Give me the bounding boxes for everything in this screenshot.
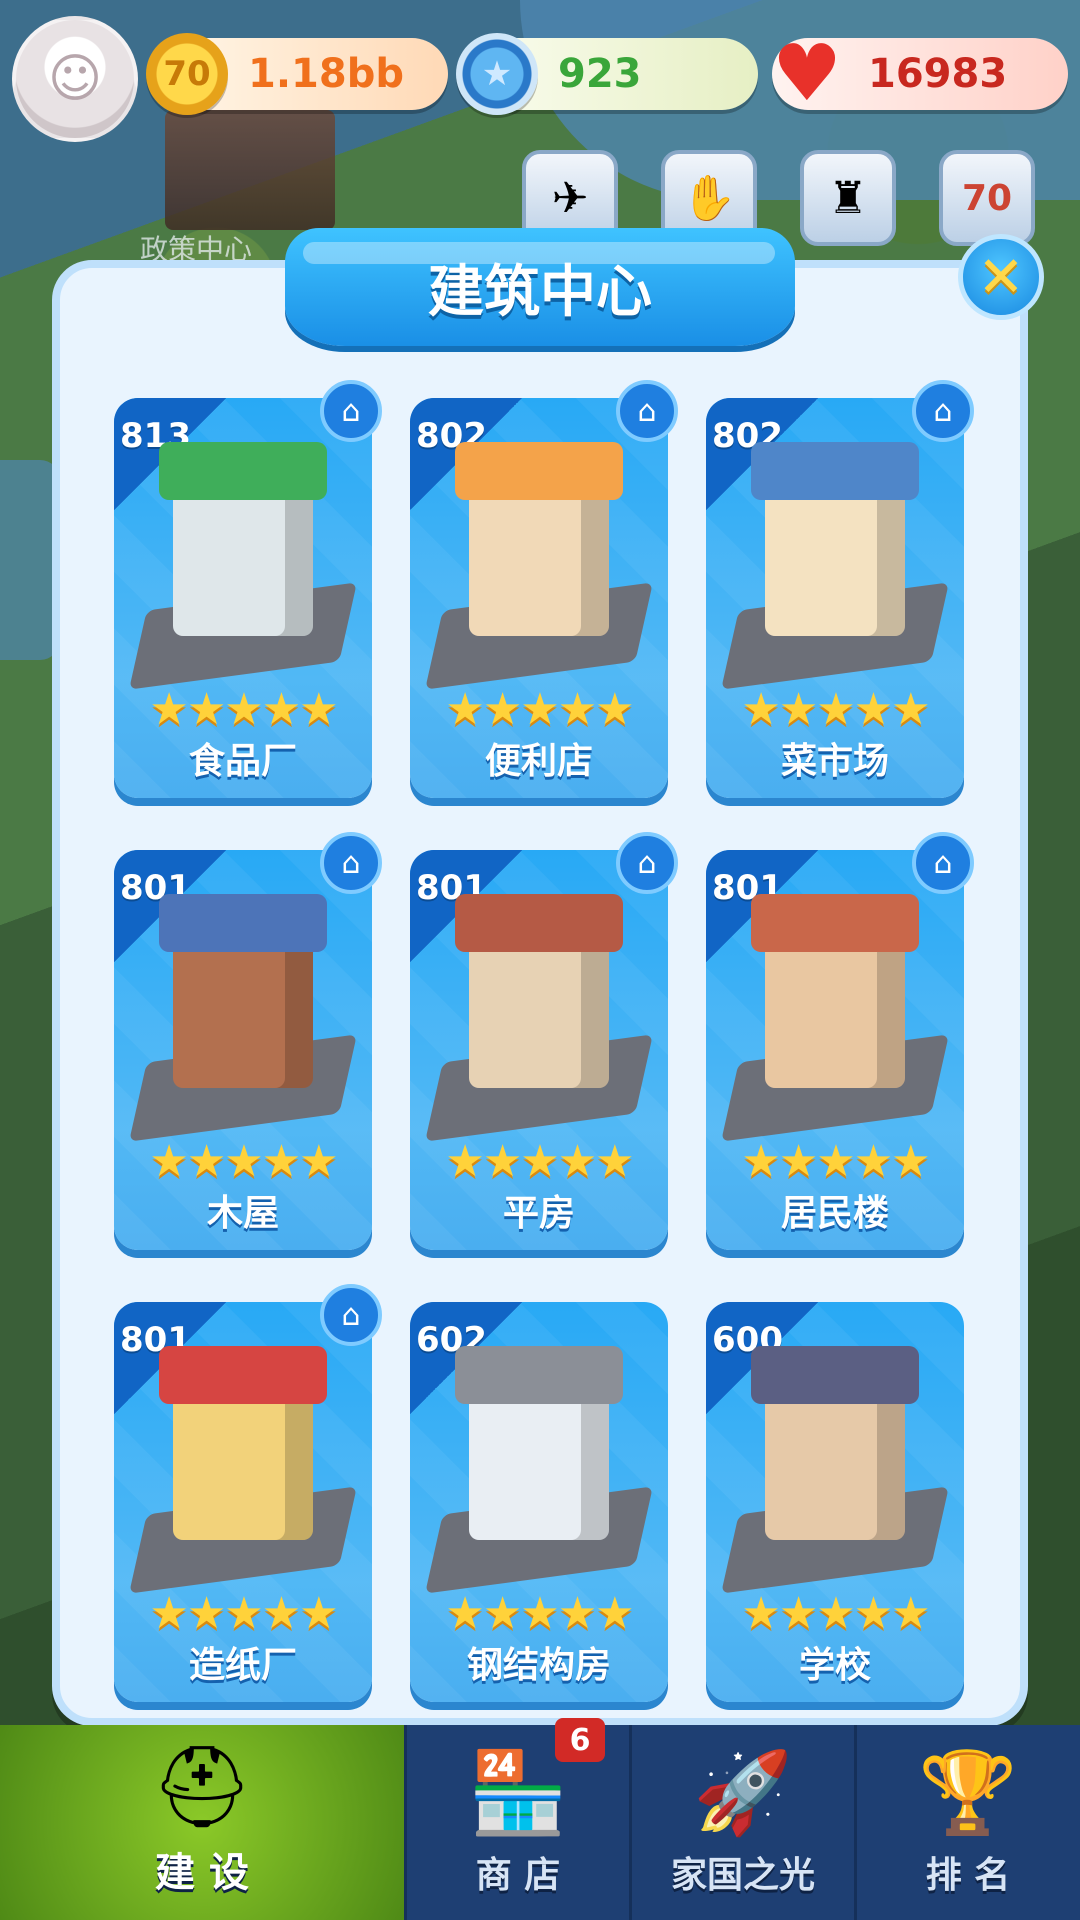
building-card[interactable]: 600 ★★★★★ 学校 [706,1302,964,1702]
ranking-icon: 🏆 [918,1746,1018,1839]
building-body [159,894,327,1088]
home-icon[interactable]: ⌂ [616,380,678,442]
gem-counter[interactable]: ★ 923 [456,33,758,115]
avatar-girl-icon: ☺ [47,49,103,109]
building-illustration [128,894,358,1142]
building-name: 学校 [798,1645,871,1686]
shop-icon: 🏪 [468,1746,568,1839]
anniversary-70-icon: 70 [961,177,1013,219]
nav-national-glory[interactable]: 🚀 家国之光 [629,1725,854,1920]
building-name: 平房 [502,1193,575,1234]
building-name: 菜市场 [780,741,889,782]
home-icon[interactable]: ⌂ [912,380,974,442]
building-card[interactable]: 801 ⌂ ★★★★★ 造纸厂 [114,1284,382,1702]
rocket-icon: 🚀 [693,1746,793,1839]
home-icon[interactable]: ⌂ [616,832,678,894]
coin-70-icon: 70 [146,33,228,115]
building-roof [159,442,327,500]
building-roof [455,1346,623,1404]
blue-star-gem-icon: ★ [456,33,538,115]
bottom-nav: ⛑ 建 设 🏪 商 店 🚀 家国之光 🏆 排 名 [0,1725,1080,1920]
building-body [455,442,623,636]
building-body [751,1346,919,1540]
building-card[interactable]: 801 ⌂ ★★★★★ 居民楼 [706,832,974,1250]
nav-national-glory-label: 家国之光 [670,1855,815,1896]
building-body [159,442,327,636]
statue-icon: ♜ [828,172,868,224]
building-roof [159,1346,327,1404]
plane-icon: ✈ [551,172,589,224]
coin-counter[interactable]: 70 1.18bb [146,33,448,115]
panel-title-plate: 建筑中心 [285,228,795,346]
anniversary-event-button[interactable]: 70 [939,150,1035,246]
home-icon[interactable]: ⌂ [320,1284,382,1346]
building-roof [751,442,919,500]
building-body [455,894,623,1088]
nav-ranking[interactable]: 🏆 排 名 [854,1725,1079,1920]
building-card[interactable]: 802 ⌂ ★★★★★ 菜市场 [706,380,974,798]
building-illustration [720,442,950,690]
shop-notification-badge: 6 [555,1718,605,1762]
building-name: 居民楼 [780,1193,889,1234]
nav-build-label: 建 设 [155,1850,249,1896]
coin-value: 1.18bb [248,51,404,97]
handshake-icon: ✋ [681,173,737,224]
hardhat-icon: ⛑ [151,1740,253,1833]
building-name: 木屋 [206,1193,279,1234]
building-illustration [720,1346,950,1594]
star-rating: ★★★★★ [149,1588,338,1639]
home-icon[interactable]: ⌂ [320,832,382,894]
building-illustration [720,894,950,1142]
building-illustration [128,1346,358,1594]
close-x-icon: ✕ [977,244,1025,310]
building-roof [751,894,919,952]
player-avatar[interactable]: ☺ [12,16,138,142]
heart-icon: ♥ [772,29,842,119]
star-rating: ★★★★★ [149,1136,338,1187]
heart-value: 16983 [868,51,1008,97]
nav-shop-label: 商 店 [475,1855,561,1896]
close-button[interactable]: ✕ [958,234,1044,320]
nav-build[interactable]: ⛑ 建 设 [0,1725,404,1920]
building-illustration [128,442,358,690]
star-rating: ★★★★★ [741,1588,930,1639]
star-rating: ★★★★★ [445,684,634,735]
star-rating: ★★★★★ [445,1136,634,1187]
nav-ranking-label: 排 名 [925,1855,1011,1896]
building-roof [751,1346,919,1404]
building-roof [159,894,327,952]
panel-title: 建筑中心 [428,259,652,325]
building-card[interactable]: 602 ★★★★★ 钢结构房 [410,1302,668,1702]
building-illustration [424,442,654,690]
building-illustration [424,894,654,1142]
building-illustration [424,1346,654,1594]
building-name: 食品厂 [188,741,297,782]
policy-center-building [165,110,335,230]
star-rating: ★★★★★ [149,684,338,735]
building-body [751,442,919,636]
building-name: 钢结构房 [466,1645,611,1686]
gem-value: 923 [558,51,642,97]
building-body [455,1346,623,1540]
home-icon[interactable]: ⌂ [320,380,382,442]
heart-counter[interactable]: ♥ 16983 [772,29,1068,119]
building-name: 造纸厂 [188,1645,297,1686]
building-card[interactable]: 802 ⌂ ★★★★★ 便利店 [410,380,678,798]
building-card[interactable]: 813 ⌂ ★★★★★ 食品厂 [114,380,382,798]
building-name: 便利店 [484,741,593,782]
building-body [751,894,919,1088]
star-rating: ★★★★★ [445,1588,634,1639]
monument-event-button[interactable]: ♜ [800,150,896,246]
home-icon[interactable]: ⌂ [912,832,974,894]
building-card[interactable]: 801 ⌂ ★★★★★ 木屋 [114,832,382,1250]
star-rating: ★★★★★ [741,684,930,735]
building-roof [455,894,623,952]
building-roof [455,442,623,500]
building-body [159,1346,327,1540]
building-card[interactable]: 801 ⌂ ★★★★★ 平房 [410,832,678,1250]
star-rating: ★★★★★ [741,1136,930,1187]
